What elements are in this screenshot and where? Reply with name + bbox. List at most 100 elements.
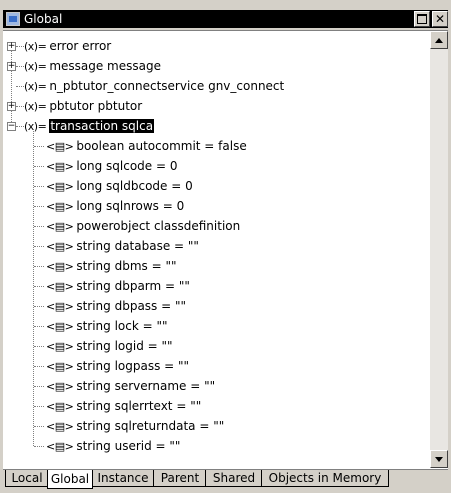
tree-child-item[interactable]: <▤> string dbpass = "" [3, 296, 186, 316]
tree-child-item[interactable]: <▤> string database = "" [3, 236, 199, 256]
tree-child-label: long sqlnrows = 0 [76, 199, 185, 213]
tree-connector-line [34, 286, 44, 287]
window-title: Global [24, 12, 63, 26]
arrow-down-icon [435, 456, 443, 462]
variable-icon: (x)= [24, 99, 47, 113]
tree-connector-line [34, 246, 44, 247]
tab-instance[interactable]: Instance [91, 470, 155, 487]
tree-connector-line [34, 406, 44, 407]
tree-child-label: powerobject classdefinition [76, 219, 241, 233]
field-icon: <▤> [46, 419, 74, 433]
tree-child-item[interactable]: <▤> boolean autocommit = false [3, 136, 247, 156]
variables-tree: + (x)= error error + (x)= message message (x)=… [3, 31, 430, 467]
tree-node-label: n_pbtutor_connectservice gnv_connect [49, 79, 285, 93]
field-icon: <▤> [46, 259, 74, 273]
tree-child-label: string database = "" [76, 239, 199, 253]
tree-connector-line [34, 146, 44, 147]
field-icon: <▤> [46, 439, 74, 453]
tree-child-label: string userid = "" [76, 439, 181, 453]
collapse-icon[interactable]: − [7, 122, 16, 131]
tree-connector-line [34, 386, 44, 387]
tab-objects-in-memory[interactable]: Objects in Memory [261, 470, 389, 487]
tree-connector-line [34, 166, 44, 167]
field-icon: <▤> [46, 219, 74, 233]
tree-child-label: string logpass = "" [76, 359, 190, 373]
tree-connector-line [34, 186, 44, 187]
tree-child-item[interactable]: <▤> string logid = "" [3, 336, 173, 356]
tree-child-label: string lock = "" [76, 319, 168, 333]
tree-node-label: message message [49, 59, 161, 73]
expand-icon[interactable]: + [7, 42, 16, 51]
window-icon [6, 12, 20, 26]
tree-child-label: string dbparm = "" [76, 279, 190, 293]
variable-icon: (x)= [24, 59, 47, 73]
tree-node[interactable]: + (x)= message message [3, 56, 161, 76]
tree-child-item[interactable]: <▤> powerobject classdefinition [3, 216, 240, 236]
expand-icon[interactable]: + [7, 102, 16, 111]
field-icon: <▤> [46, 179, 74, 193]
tree-connector-line [16, 66, 24, 67]
tree-connector-line [16, 86, 24, 87]
tree-connector-line [34, 306, 44, 307]
tree-child-item[interactable]: <▤> string sqlreturndata = "" [3, 416, 224, 436]
maximize-button[interactable] [414, 11, 430, 27]
tree-node[interactable]: + (x)= error error [3, 36, 111, 56]
tree-node-label: pbtutor pbtutor [49, 99, 143, 113]
tree-child-item[interactable]: <▤> string servername = "" [3, 376, 215, 396]
tree-child-label: long sqlcode = 0 [76, 159, 178, 173]
tree-node-label: transaction sqlca [49, 119, 155, 133]
tab-global[interactable]: Global [47, 470, 93, 489]
tree-connector-line [16, 106, 24, 107]
tree-child-item[interactable]: <▤> string dbparm = "" [3, 276, 190, 296]
variable-icon: (x)= [24, 39, 47, 53]
tab-local[interactable]: Local [5, 470, 49, 487]
tree-connector-line [34, 226, 44, 227]
tab-shared[interactable]: Shared [205, 470, 263, 487]
tree-child-item[interactable]: <▤> string dbms = "" [3, 256, 177, 276]
tree-connector-line [16, 46, 24, 47]
tree-child-item[interactable]: <▤> long sqlnrows = 0 [3, 196, 184, 216]
arrow-up-icon [435, 37, 443, 43]
tree-connector-line [34, 426, 44, 427]
tree-child-item[interactable]: <▤> string userid = "" [3, 436, 180, 456]
tree-child-label: long sqldbcode = 0 [76, 179, 193, 193]
scroll-up-button[interactable] [430, 31, 448, 49]
field-icon: <▤> [46, 399, 74, 413]
tree-child-label: string dbpass = "" [76, 299, 187, 313]
tree-node[interactable]: + (x)= pbtutor pbtutor [3, 96, 142, 116]
tree-child-item[interactable]: <▤> string lock = "" [3, 316, 168, 336]
tree-connector-line [34, 366, 44, 367]
tree-node[interactable]: (x)= n_pbtutor_connectservice gnv_connect [3, 76, 284, 96]
tree-child-item[interactable]: <▤> string logpass = "" [3, 356, 189, 376]
field-icon: <▤> [46, 139, 74, 153]
tree-child-label: string sqlerrtext = "" [76, 399, 202, 413]
expand-icon[interactable]: + [7, 62, 16, 71]
field-icon: <▤> [46, 379, 74, 393]
field-icon: <▤> [46, 199, 74, 213]
close-button[interactable]: ✕ [432, 11, 448, 27]
tree-child-label: string dbms = "" [76, 259, 177, 273]
tree-connector-line [16, 126, 24, 127]
tree-node[interactable]: − (x)= transaction sqlca [3, 116, 155, 136]
tree-child-label: string servername = "" [76, 379, 216, 393]
tree-child-item[interactable]: <▤> string sqlerrtext = "" [3, 396, 201, 416]
tab-bar: Local Global Instance Parent Shared Objects i… [3, 469, 448, 491]
field-icon: <▤> [46, 239, 74, 253]
tree-node-label: error error [49, 39, 112, 53]
title-bar[interactable]: Global ✕ [3, 10, 448, 28]
variable-icon: (x)= [24, 119, 47, 133]
field-icon: <▤> [46, 359, 74, 373]
title-buttons: ✕ [412, 11, 448, 27]
vertical-scrollbar[interactable] [430, 31, 448, 468]
maximize-icon [417, 14, 427, 24]
tree-connector-line [34, 446, 44, 447]
scroll-down-button[interactable] [430, 450, 448, 468]
field-icon: <▤> [46, 279, 74, 293]
tree-child-item[interactable]: <▤> long sqldbcode = 0 [3, 176, 193, 196]
tree-child-item[interactable]: <▤> long sqlcode = 0 [3, 156, 178, 176]
tree-child-label: string sqlreturndata = "" [76, 419, 225, 433]
tree-child-label: string logid = "" [76, 339, 173, 353]
tree-connector-line [34, 326, 44, 327]
tab-parent[interactable]: Parent [153, 470, 207, 487]
tree-child-label: boolean autocommit = false [76, 139, 247, 153]
